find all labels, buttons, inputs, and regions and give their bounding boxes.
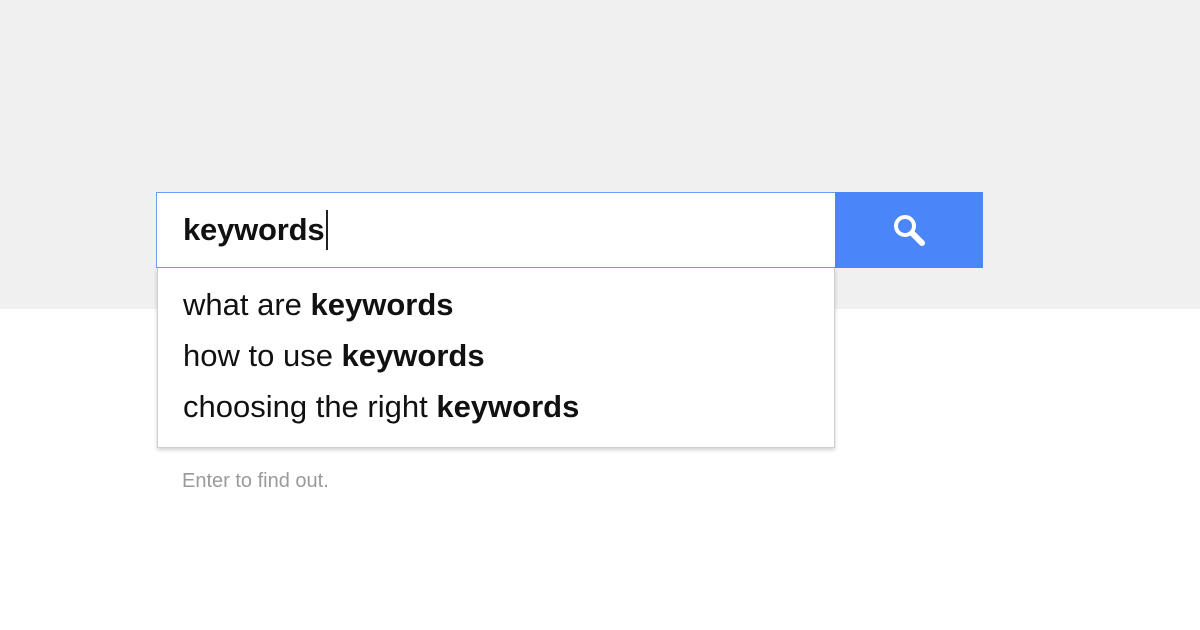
search-icon <box>891 212 927 248</box>
search-query-text: keywords <box>183 212 325 247</box>
suggestion-match: keywords <box>436 389 580 424</box>
suggestion-item[interactable]: how to use keywords <box>158 333 834 384</box>
suggestion-prefix: what are <box>183 287 311 322</box>
search-input[interactable]: keywords <box>156 192 836 268</box>
suggestion-item[interactable]: choosing the right keywords <box>158 384 834 435</box>
suggestion-dropdown: what are keywords how to use keywords ch… <box>157 268 835 448</box>
suggestion-item[interactable]: what are keywords <box>158 282 834 333</box>
suggestion-match: keywords <box>341 338 485 373</box>
hint-text: Enter to find out. <box>182 470 329 492</box>
text-caret <box>326 210 329 250</box>
suggestion-prefix: choosing the right <box>183 389 437 424</box>
search-button[interactable] <box>835 192 983 268</box>
suggestion-match: keywords <box>310 287 454 322</box>
suggestion-prefix: how to use <box>183 338 342 373</box>
